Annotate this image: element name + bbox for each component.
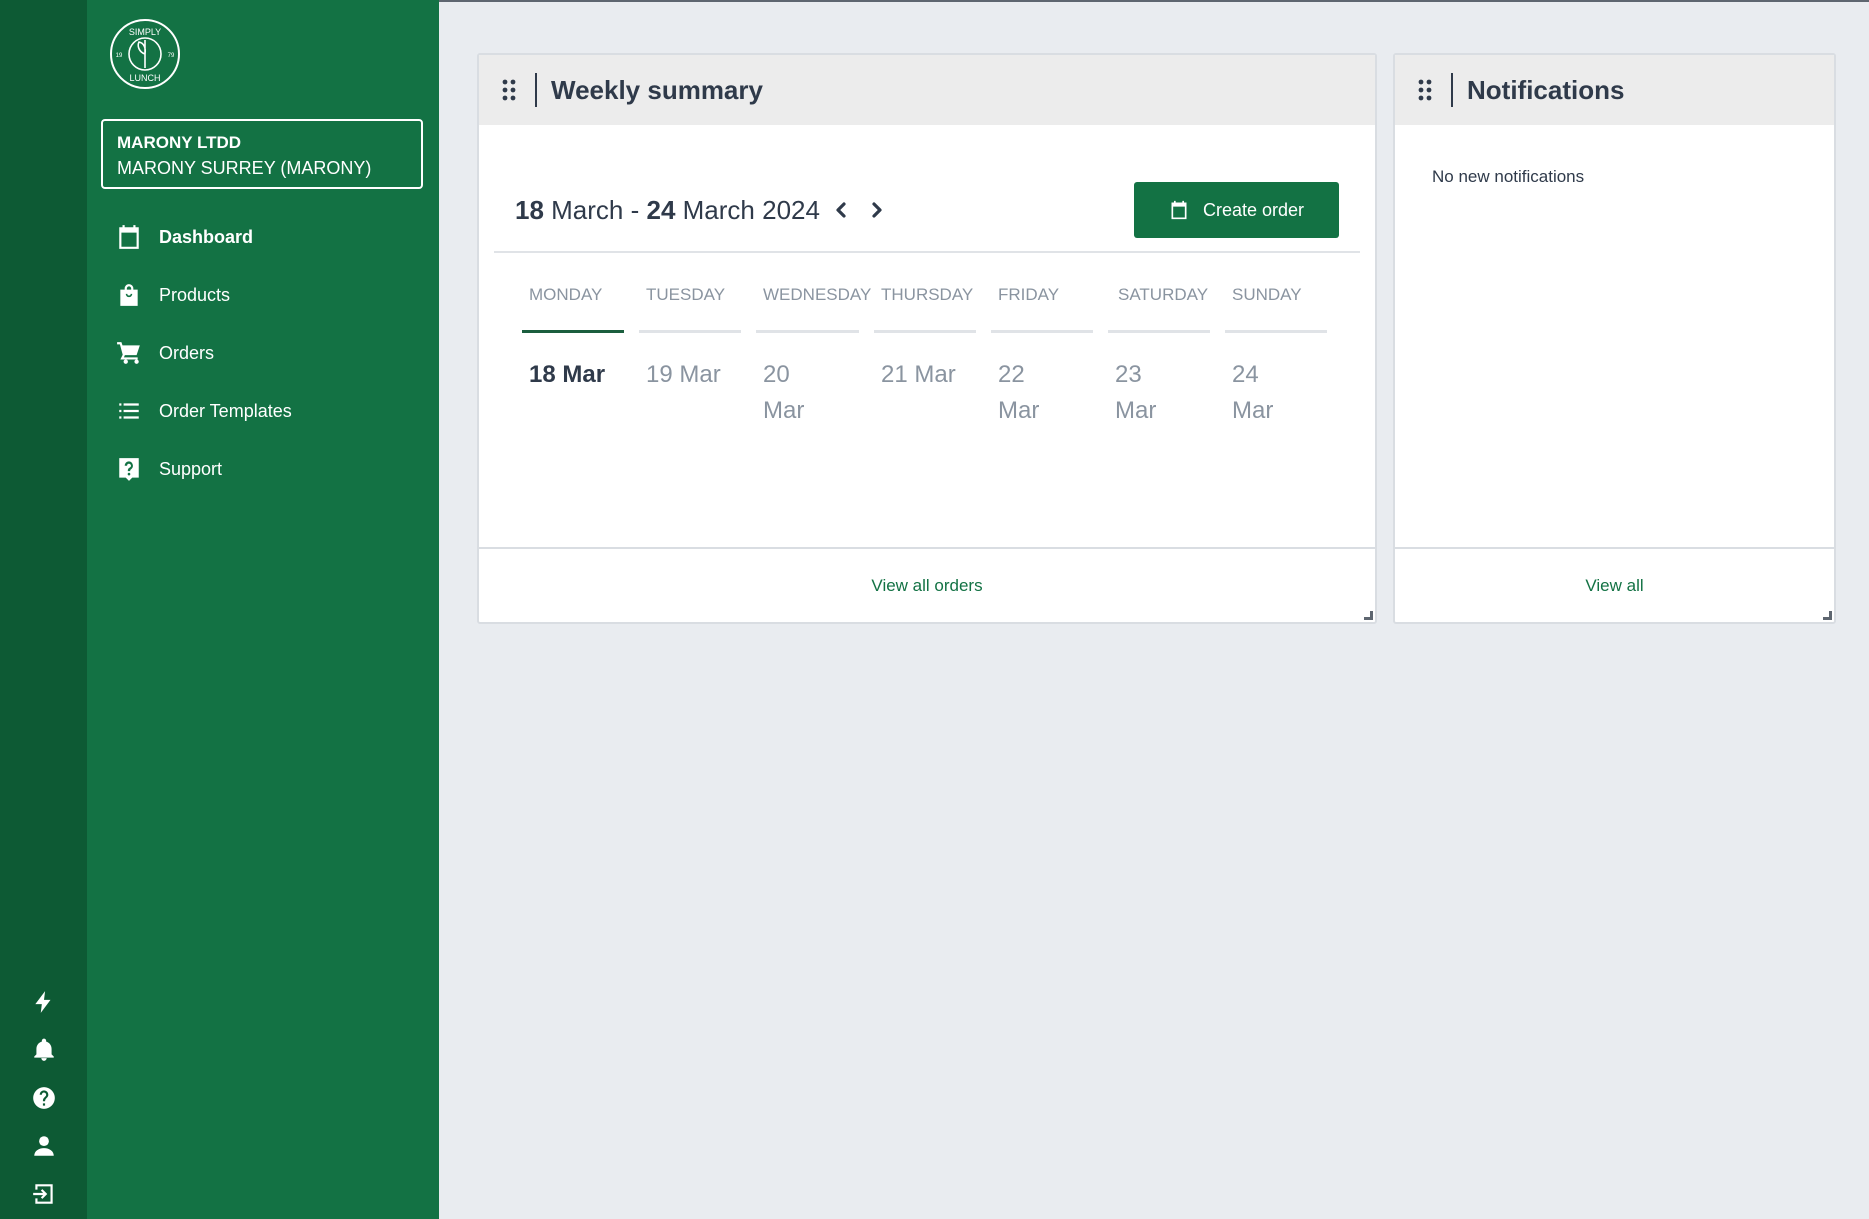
view-all-notifications-link[interactable]: View all: [1585, 576, 1643, 596]
day-tab-saturday[interactable]: SATURDAY 23 Mar: [1108, 281, 1210, 429]
day-date: 18 Mar: [529, 361, 606, 388]
sidebar-item-dashboard[interactable]: Dashboard: [101, 208, 423, 266]
top-border: [439, 0, 1869, 2]
calendar-icon: [115, 223, 143, 251]
day-tab-sunday[interactable]: SUNDAY 24 Mar: [1225, 281, 1327, 429]
notifications-card: Notifications No new notifications View …: [1393, 53, 1836, 624]
sidebar-item-support[interactable]: Support: [101, 440, 423, 498]
calendar-icon: [1171, 200, 1187, 220]
sidebar-nav: Dashboard Products Orders Order Template…: [101, 208, 423, 498]
sidebar-item-order-templates[interactable]: Order Templates: [101, 382, 423, 440]
day-name: FRIDAY: [991, 281, 1093, 333]
sidebar-item-label: Order Templates: [159, 400, 292, 421]
sidebar: SIMPLY LUNCH 19 79 MARONY LTDD MARONY SU…: [87, 0, 439, 1219]
week-divider: [494, 251, 1360, 253]
user-icon[interactable]: [29, 1131, 59, 1161]
day-date: 23 Mar: [1115, 361, 1157, 424]
day-date: 19 Mar: [646, 361, 721, 388]
chevron-left-icon[interactable]: [826, 195, 856, 225]
logo-text-top: SIMPLY: [129, 27, 161, 37]
day-tab-tuesday[interactable]: TUESDAY 19 Mar: [639, 281, 741, 429]
day-name: THURSDAY: [874, 281, 976, 333]
bell-icon[interactable]: [29, 1035, 59, 1065]
create-order-button[interactable]: Create order: [1134, 182, 1339, 238]
notifications-footer: View all: [1395, 547, 1834, 622]
resize-handle[interactable]: [1364, 611, 1373, 620]
view-all-orders-link[interactable]: View all orders: [871, 576, 982, 596]
notifications-header: Notifications: [1395, 55, 1834, 125]
simply-lunch-logo[interactable]: SIMPLY LUNCH 19 79: [109, 18, 181, 90]
day-date: 24 Mar: [1232, 361, 1274, 424]
sidebar-item-products[interactable]: Products: [101, 266, 423, 324]
range-start-day: 18: [515, 194, 544, 225]
day-name: TUESDAY: [639, 281, 741, 333]
day-tab-wednesday[interactable]: WEDNESDAY 20 Mar: [756, 281, 871, 429]
empty-notifications-text: No new notifications: [1432, 167, 1585, 186]
day-name: WEDNESDAY: [756, 281, 871, 333]
day-date: 20 Mar: [763, 361, 805, 424]
resize-handle[interactable]: [1823, 611, 1832, 620]
icon-rail: [0, 0, 87, 1219]
sidebar-item-label: Products: [159, 284, 231, 305]
logout-icon[interactable]: [29, 1179, 59, 1209]
week-range: 18 March - 24 March 2024: [515, 195, 820, 226]
header-divider: [535, 73, 537, 107]
range-end-day: 24: [646, 194, 676, 225]
sidebar-item-label: Dashboard: [159, 226, 254, 247]
weekly-summary-card: Weekly summary 18 March - 24 March 2024 …: [477, 53, 1377, 624]
account-name: MARONY LTDD: [117, 133, 242, 152]
day-name: MONDAY: [522, 281, 624, 333]
drag-handle-icon[interactable]: [1415, 78, 1435, 102]
day-date: 21 Mar: [881, 361, 956, 388]
shopping-bag-icon: [115, 281, 143, 309]
sidebar-item-label: Support: [159, 458, 223, 479]
drag-handle-icon[interactable]: [499, 78, 519, 102]
weekly-summary-header: Weekly summary: [479, 55, 1375, 125]
day-tab-monday[interactable]: MONDAY 18 Mar: [522, 281, 624, 429]
day-name: SATURDAY: [1108, 281, 1210, 333]
range-end-rest: March 2024: [675, 194, 820, 225]
lightning-icon[interactable]: [29, 987, 59, 1017]
account-selector[interactable]: MARONY LTDD MARONY SURREY (MARONY): [101, 119, 423, 189]
help-circle-icon[interactable]: [29, 1083, 59, 1113]
sidebar-item-orders[interactable]: Orders: [101, 324, 423, 382]
logo-year-right: 79: [168, 53, 175, 59]
account-site: MARONY SURREY (MARONY): [117, 158, 372, 178]
help-chat-icon: [115, 455, 143, 483]
card-title: Notifications: [1467, 74, 1625, 105]
card-title: Weekly summary: [551, 74, 763, 105]
day-date: 22 Mar: [998, 361, 1040, 424]
range-start-rest: March -: [543, 194, 647, 225]
day-name: SUNDAY: [1225, 281, 1327, 333]
rail-icon-list: [0, 987, 87, 1209]
cart-icon: [115, 339, 143, 367]
logo-text-bottom: LUNCH: [129, 73, 160, 83]
week-navigation: 18 March - 24 March 2024 Create order: [515, 180, 1339, 240]
day-tab-friday[interactable]: FRIDAY 22 Mar: [991, 281, 1093, 429]
weekly-summary-footer: View all orders: [479, 547, 1375, 622]
create-order-label: Create order: [1202, 199, 1305, 220]
list-icon: [115, 397, 143, 425]
chevron-right-icon[interactable]: [862, 195, 892, 225]
logo-year-left: 19: [116, 53, 123, 59]
sidebar-item-label: Orders: [159, 342, 215, 363]
day-tabs: MONDAY 18 Mar TUESDAY 19 Mar WEDNESDAY 2…: [522, 281, 1327, 429]
day-tab-thursday[interactable]: THURSDAY 21 Mar: [874, 281, 976, 429]
header-divider: [1451, 73, 1453, 107]
